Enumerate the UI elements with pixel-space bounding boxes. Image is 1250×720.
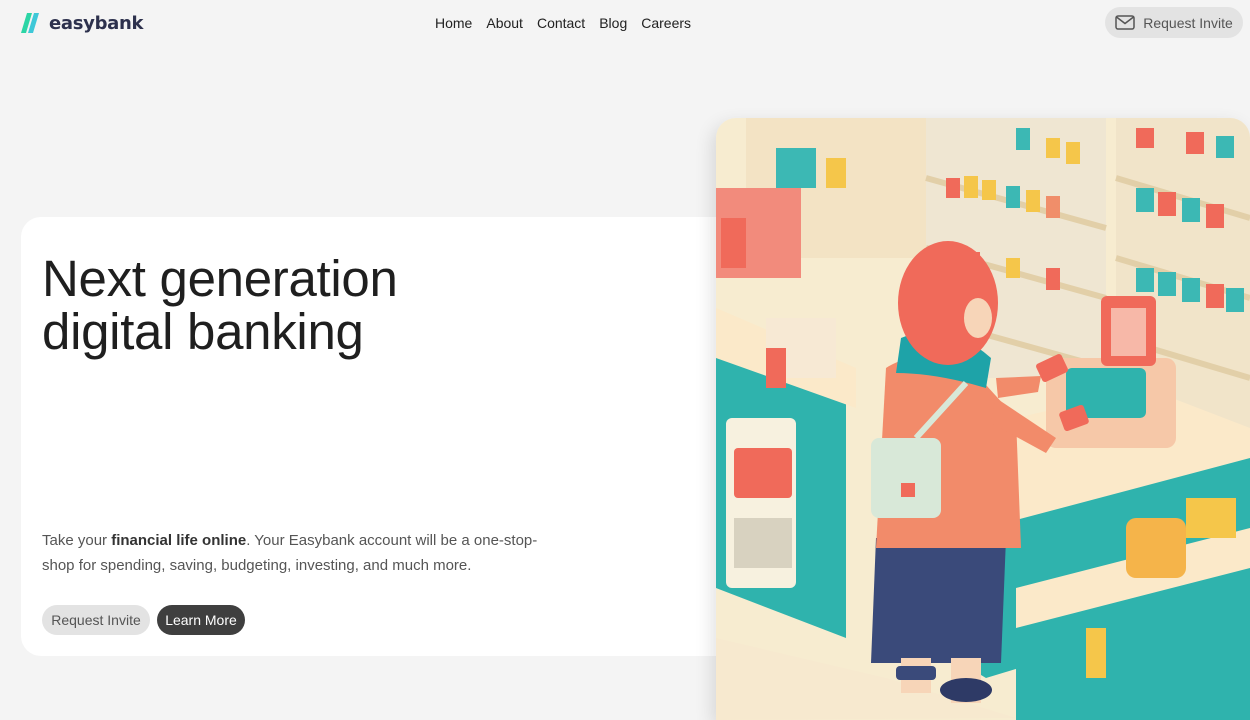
nav-item-careers[interactable]: Careers	[641, 15, 691, 31]
nav-item-home[interactable]: Home	[435, 15, 472, 31]
nav-item-contact[interactable]: Contact	[537, 15, 585, 31]
brand-name: easybank	[49, 12, 144, 34]
top-header: easybank Home About Contact Blog Careers…	[0, 0, 1250, 46]
hero-buttons: Request Invite Learn More	[42, 605, 245, 635]
nav-item-about[interactable]: About	[486, 15, 523, 31]
hero-title-line2: digital banking	[42, 303, 364, 360]
header-request-invite-button[interactable]: Request Invite	[1105, 7, 1243, 38]
hero-card: Next generation digital banking Take you…	[21, 217, 781, 656]
header-request-invite-label: Request Invite	[1143, 14, 1233, 31]
hero-description: Take your financial life online. Your Ea…	[42, 528, 542, 578]
checkout-illustration-image	[716, 118, 1250, 720]
left-counter	[716, 308, 856, 638]
request-invite-button[interactable]: Request Invite	[42, 605, 150, 635]
brand-logo[interactable]: easybank	[21, 12, 144, 34]
hero-illustration	[716, 118, 1250, 720]
nav-item-blog[interactable]: Blog	[599, 15, 627, 31]
hero-title: Next generation digital banking	[42, 252, 482, 358]
logo-mark-icon	[21, 13, 39, 33]
learn-more-button[interactable]: Learn More	[157, 605, 245, 635]
hero-desc-prefix: Take your	[42, 532, 112, 549]
hero-title-line1: Next generation	[42, 250, 398, 307]
hero-desc-bold: financial life online	[111, 532, 247, 549]
mail-icon	[1115, 15, 1135, 30]
main-nav: Home About Contact Blog Careers	[435, 15, 705, 31]
